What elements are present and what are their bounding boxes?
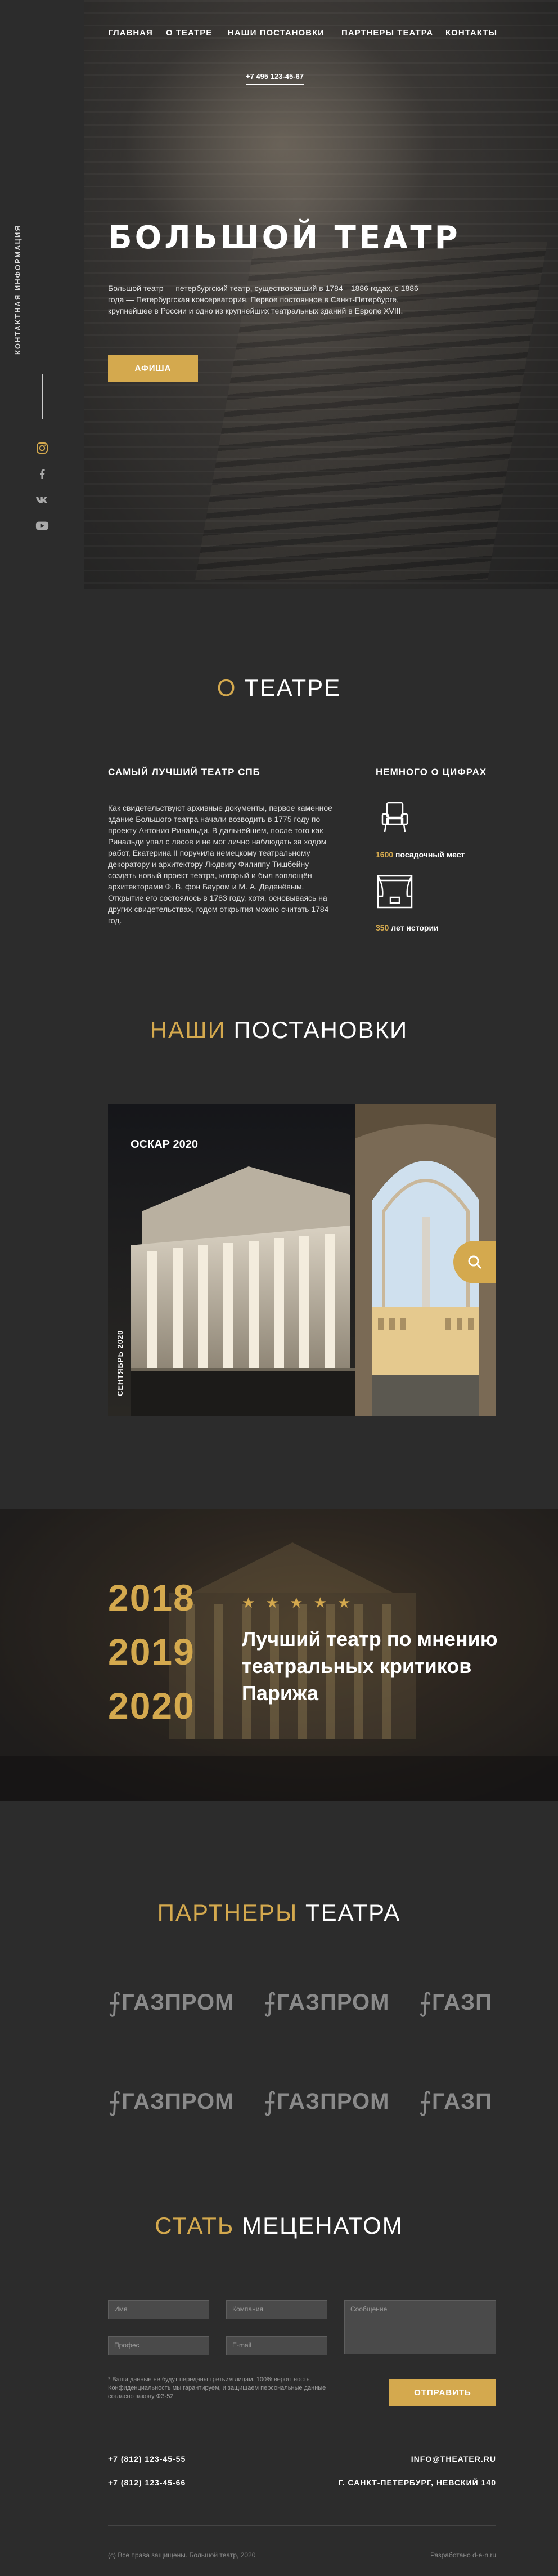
poster-button[interactable]: АФИША [108, 355, 198, 382]
footer-phone-2[interactable]: +7 (812) 123-45-66 [108, 2478, 186, 2487]
patron-section-title: СТАТЬ МЕЦЕНАТОМ [155, 2212, 403, 2239]
privacy-note: * Ваши данные не будут переданы третьим … [108, 2376, 326, 2400]
partner-logo[interactable]: ⨍ ГАЗПРОМ [108, 1987, 234, 2018]
instagram-icon[interactable] [35, 441, 49, 455]
youtube-icon[interactable] [35, 519, 49, 533]
award-year-2019: 2019 [108, 1631, 195, 1672]
about-left-heading: САМЫЙ ЛУЧШИЙ ТЕАТР СПБ [108, 767, 260, 777]
about-section-title: О ТЕАТРЕ [217, 674, 341, 701]
nav-item-shows[interactable]: НАШИ ПОСТАНОВКИ [228, 28, 325, 38]
partner-logo[interactable]: ⨍ ГАЗПРОМ [108, 2086, 234, 2117]
header-phone-link[interactable]: +7 495 123-45-67 [246, 72, 304, 85]
submit-button[interactable]: ОТПРАВИТЬ [389, 2379, 496, 2406]
flame-icon: ⨍ [418, 2087, 432, 2116]
partner-logo[interactable]: ⨍ ГАЗПРОМ [263, 2086, 389, 2117]
show-card-main[interactable] [108, 1104, 356, 1416]
vk-icon[interactable] [35, 493, 49, 507]
facebook-icon[interactable] [35, 467, 49, 481]
nav-item-contacts[interactable]: КОНТАКТЫ [446, 28, 497, 38]
developer-link[interactable]: Разработано d-e-n.ru [430, 2551, 496, 2559]
nav-item-about[interactable]: О ТЕАТРЕ [166, 28, 212, 38]
partner-logo[interactable]: ⨍ ГАЗП [418, 1987, 496, 2018]
armchair-icon [376, 799, 414, 835]
flame-icon: ⨍ [108, 2087, 122, 2116]
search-icon[interactable] [453, 1241, 496, 1283]
sidebar-divider [42, 374, 43, 419]
award-text: Лучший театр по мнению театральных крити… [242, 1627, 498, 1705]
flame-icon: ⨍ [263, 2087, 277, 2116]
show-card-date: СЕНТЯБРЬ 2020 [116, 1330, 124, 1396]
about-right-heading: НЕМНОГО О ЦИФРАХ [376, 767, 487, 777]
message-field[interactable]: Сообщение [344, 2300, 496, 2354]
partners-section-title: ПАРТНЕРЫ ТЕАТРА [157, 1899, 401, 1926]
award-year-2020: 2020 [108, 1685, 195, 1727]
award-year-2018: 2018 [108, 1577, 195, 1618]
stat-seats: 1600 посадочный мест [376, 850, 465, 859]
footer-address: Г. САНКТ-ПЕТЕРБУРГ, НЕВСКИЙ 140 [338, 2478, 496, 2487]
flame-icon: ⨍ [418, 1988, 432, 2017]
copyright: (c) Все права защищены. Большой театр, 2… [108, 2551, 256, 2559]
about-text: Как свидетельствуют архивные документы, … [108, 803, 332, 925]
partner-logo[interactable]: ⨍ ГАЗПРОМ [263, 1987, 389, 2018]
bolshoi-building-image [108, 1104, 356, 1416]
footer-email[interactable]: INFO@THEATER.RU [411, 2454, 496, 2463]
footer-phone-1[interactable]: +7 (812) 123-45-55 [108, 2454, 186, 2463]
profession-field[interactable]: Профес [108, 2336, 209, 2355]
stat-history: 350 лет истории [376, 923, 439, 932]
company-field[interactable]: Компания [226, 2300, 327, 2319]
hero-description: Большой театр — петербургский театр, сущ… [108, 284, 418, 315]
flame-icon: ⨍ [263, 1988, 277, 2017]
name-field[interactable]: Имя [108, 2300, 209, 2319]
rating-stars-icon: ★ ★ ★ ★ ★ [242, 1594, 354, 1611]
flame-icon: ⨍ [108, 1988, 122, 2017]
sidebar-contact-label: КОНТАКТНАЯ ИНФОРМАЦИЯ [14, 225, 22, 355]
show-card-title: ОСКАР 2020 [130, 1138, 199, 1151]
nav-item-partners[interactable]: ПАРТНЕРЫ ТЕАТРА [341, 28, 433, 38]
shows-section-title: НАШИ ПОСТАНОВКИ [150, 1017, 408, 1043]
hero-title: БОЛЬШОЙ ТЕАТР [108, 220, 461, 256]
theater-stage-icon [376, 874, 414, 910]
nav-item-home[interactable]: ГЛАВНАЯ [108, 28, 153, 38]
partner-logo[interactable]: ⨍ ГАЗП [418, 2086, 496, 2117]
email-field[interactable]: E-mail [226, 2336, 327, 2355]
footer-divider [108, 2525, 496, 2526]
